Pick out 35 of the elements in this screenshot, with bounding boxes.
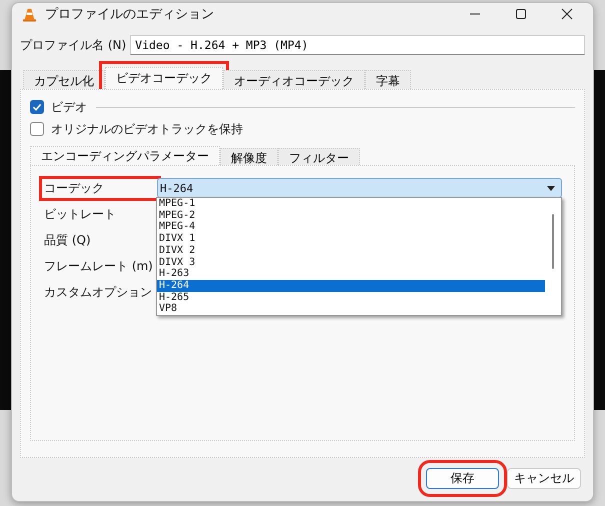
tab[interactable]: カプセル化 [23,70,105,89]
window-title: プロファイルのエディション [45,6,214,23]
checkbox-label: ビデオ [51,98,87,116]
tab[interactable]: エンコーディングパラメーター [30,146,220,165]
cancel-button[interactable]: キャンセル [507,468,581,489]
checkbox[interactable] [30,122,44,136]
checkbox[interactable] [30,100,44,114]
checkbox-label: オリジナルのビデオトラックを保持 [51,120,243,138]
codec-dropdown[interactable]: H-264 [157,178,562,198]
dropdown-option[interactable]: MPEG-1 [157,198,545,210]
traffic-cone-icon [22,6,37,22]
field-label: ビットレート [43,206,117,222]
profile-name-field[interactable]: Video - H.264 + MP3 (MP4) [130,35,585,55]
close-icon[interactable] [561,8,573,20]
dropdown-option[interactable]: DIVX 2 [157,244,545,257]
dropdown-option[interactable]: VP8 [157,303,545,316]
dropdown-option[interactable]: MPEG-4 [157,221,545,234]
field-label: カスタムオプション [43,284,153,300]
maximize-icon[interactable] [515,8,527,20]
profile-name-label: プロファイル名 (N) [20,36,126,54]
scrollbar-thumb[interactable] [552,214,554,269]
dropdown-option[interactable]: MPEG-2 [157,210,545,222]
dropdown-option[interactable]: DIVX 1 [157,233,545,245]
field-label: フレームレート (m) [43,258,154,274]
tab[interactable]: フィルター [278,148,360,165]
field-label: 品質 (Q) [43,232,92,248]
dropdown-option[interactable]: DIVX 3 [157,256,545,268]
dropdown-option[interactable]: H-263 [157,268,545,280]
dropdown-value: H-264 [160,182,194,194]
dropdown-option[interactable]: H-264 [157,280,545,292]
tab[interactable]: 字幕 [365,70,411,89]
dropdown-option[interactable]: H-265 [157,292,545,304]
tab[interactable]: オーディオコーデック [223,70,365,89]
caret-icon [547,186,555,190]
tab[interactable]: 解像度 [220,148,278,165]
